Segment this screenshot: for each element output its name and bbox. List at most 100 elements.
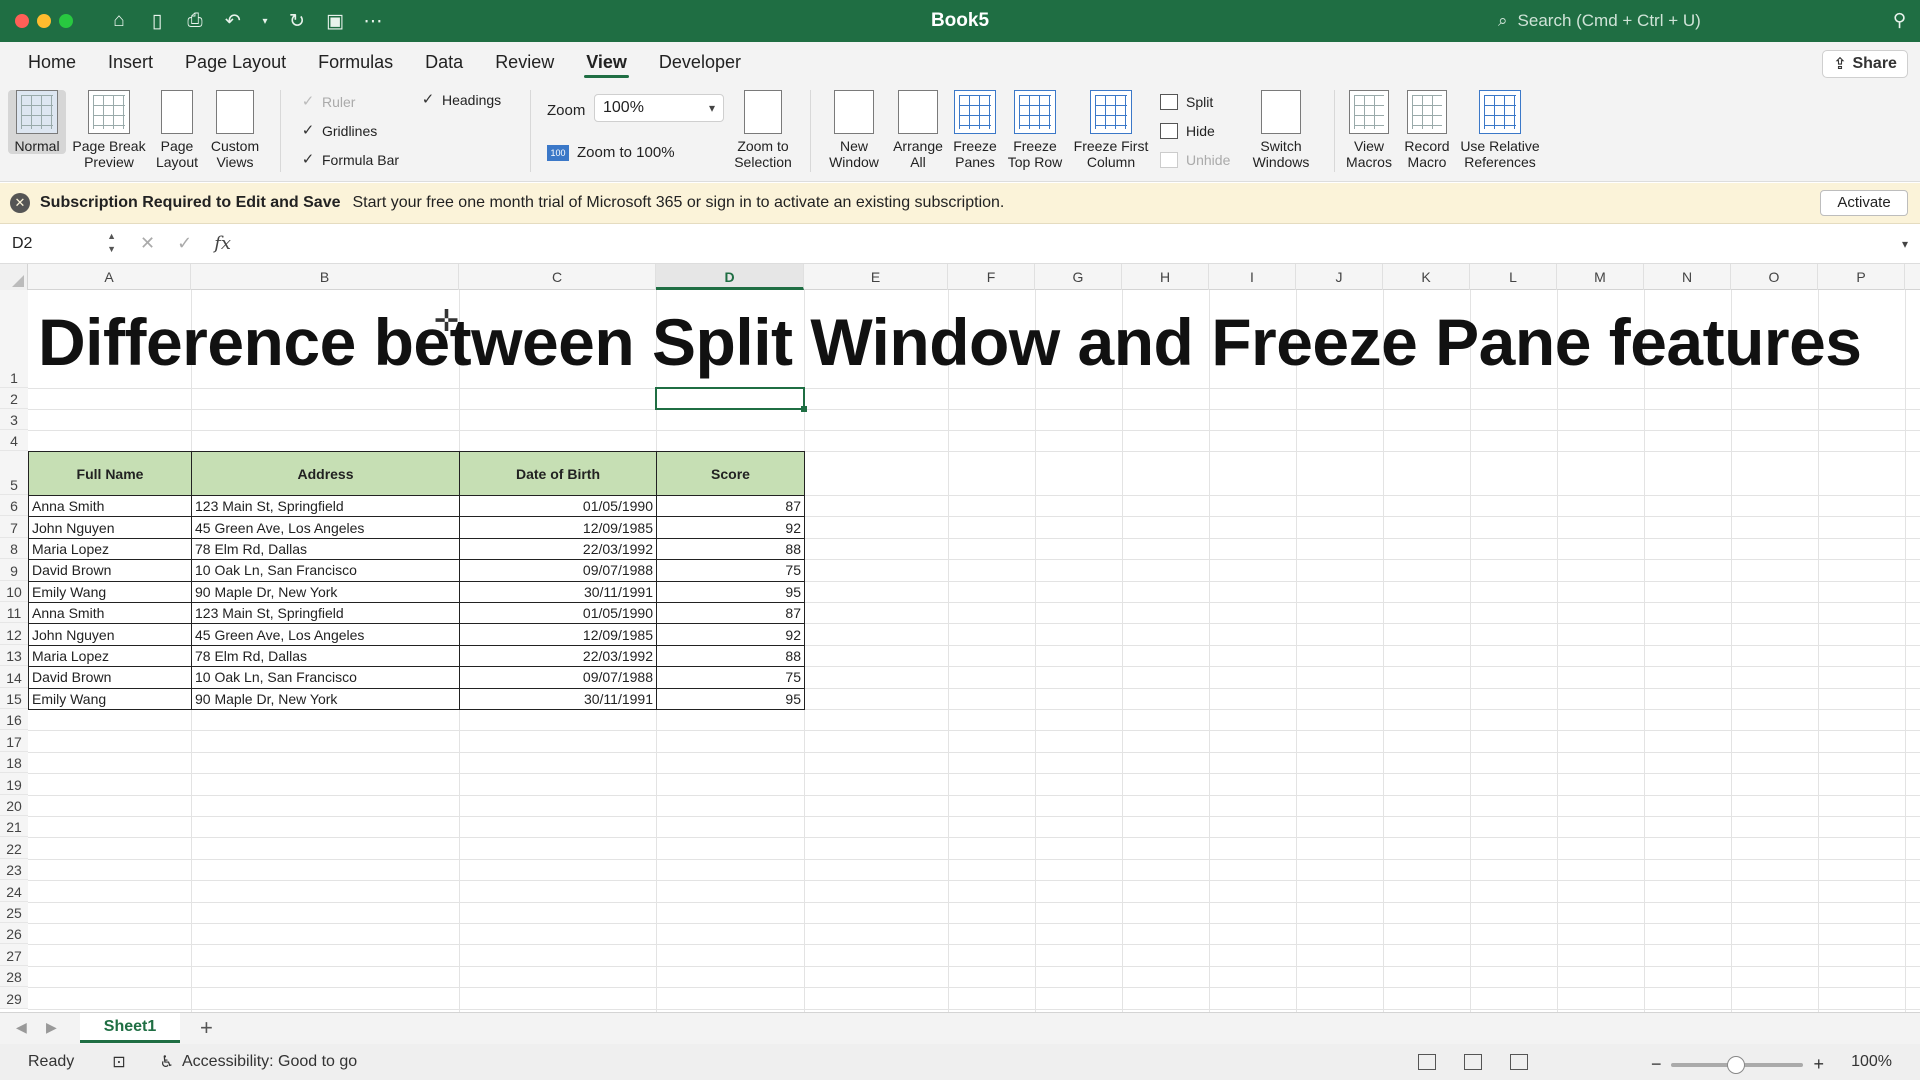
ruler-checkbox[interactable]: ✓ Ruler — [300, 94, 356, 110]
stepper-icon[interactable]: ▲ ▼ — [107, 230, 116, 256]
table-cell[interactable]: 30/11/1991 — [459, 687, 657, 710]
row-header-29[interactable]: 29 — [0, 987, 28, 1009]
table-header-cell[interactable]: Score — [656, 451, 805, 496]
table-cell[interactable]: Emily Wang — [28, 580, 192, 603]
table-cell[interactable]: 123 Main St, Springfield — [191, 601, 460, 625]
macro-record-icon[interactable]: ⊡ — [112, 1052, 125, 1072]
zoom-slider[interactable] — [1671, 1055, 1804, 1074]
tab-page-layout[interactable]: Page Layout — [169, 42, 302, 82]
column-header-e[interactable]: E — [804, 264, 948, 290]
table-cell[interactable]: Emily Wang — [28, 687, 192, 710]
zoom-to-100-button[interactable]: 100 Zoom to 100% — [547, 144, 675, 161]
row-header-4[interactable]: 4 — [0, 430, 28, 451]
row-header-2[interactable]: 2 — [0, 388, 28, 409]
column-header-g[interactable]: G — [1035, 264, 1122, 290]
formula-bar-checkbox[interactable]: ✓ Formula Bar — [300, 152, 399, 168]
maximize-window-button[interactable] — [59, 14, 73, 28]
table-cell[interactable]: 30/11/1991 — [459, 580, 657, 603]
normal-view-button[interactable]: Normal — [8, 90, 66, 154]
sheet-title[interactable]: Difference between Split Window and Free… — [38, 304, 1862, 380]
row-header-19[interactable]: 19 — [0, 773, 28, 795]
freeze-first-column-button[interactable]: Freeze First Column — [1068, 90, 1154, 170]
table-cell[interactable]: 95 — [656, 687, 805, 710]
row-header-22[interactable]: 22 — [0, 837, 28, 859]
sheet-tab-sheet1[interactable]: Sheet1 — [80, 1013, 180, 1043]
more-icon[interactable]: ⋯ — [363, 10, 383, 33]
new-window-button[interactable]: New Window — [822, 90, 886, 170]
column-header-c[interactable]: C — [459, 264, 656, 290]
page-layout-view-icon[interactable] — [1464, 1054, 1482, 1070]
table-cell[interactable]: John Nguyen — [28, 516, 192, 539]
row-header-23[interactable]: 23 — [0, 858, 28, 881]
table-cell[interactable]: 123 Main St, Springfield — [191, 494, 460, 518]
undo-icon[interactable]: ↶ — [223, 10, 243, 33]
formula-input[interactable] — [247, 230, 1890, 258]
table-cell[interactable]: 95 — [656, 580, 805, 603]
table-cell[interactable]: 10 Oak Ln, San Francisco — [191, 666, 460, 689]
worksheet-grid[interactable]: ABCDEFGHIJKLMNOP 1 2 3 4 5 6 7 8 9 10 11 12 13 14 15 16… — [0, 264, 1920, 1012]
page-break-preview-button[interactable]: Page Break Preview — [72, 90, 146, 170]
column-header-m[interactable]: M — [1557, 264, 1644, 290]
page-layout-view-button[interactable]: Page Layout — [150, 90, 204, 170]
search-box[interactable]: ⌕ Search (Cmd + Ctrl + U) — [1498, 9, 1868, 33]
table-cell[interactable]: John Nguyen — [28, 623, 192, 646]
table-header-cell[interactable]: Date of Birth — [459, 451, 657, 496]
column-header-k[interactable]: K — [1383, 264, 1470, 290]
next-sheet-icon[interactable]: ▶ — [46, 1019, 57, 1036]
new-file-icon[interactable]: ▯ — [147, 10, 167, 33]
row-header-10[interactable]: 10 — [0, 580, 28, 602]
row-header-1[interactable]: 1 — [0, 290, 28, 388]
tab-view[interactable]: View — [570, 42, 643, 82]
table-cell[interactable]: 88 — [656, 644, 805, 668]
zoom-out-icon[interactable]: − — [1651, 1054, 1662, 1075]
arrange-all-button[interactable]: Arrange All — [888, 90, 948, 170]
minimize-window-button[interactable] — [37, 14, 51, 28]
table-cell[interactable]: 22/03/1992 — [459, 537, 657, 561]
normal-view-icon[interactable] — [1418, 1054, 1436, 1070]
chevron-down-icon[interactable]: ▾ — [1890, 237, 1920, 251]
page-break-view-icon[interactable] — [1510, 1054, 1528, 1070]
function-icon[interactable]: fx — [214, 233, 231, 254]
enter-icon[interactable]: ✓ — [177, 233, 192, 254]
tab-insert[interactable]: Insert — [92, 42, 169, 82]
table-cell[interactable]: Maria Lopez — [28, 644, 192, 668]
row-header-25[interactable]: 25 — [0, 901, 28, 923]
table-header-cell[interactable]: Address — [191, 451, 460, 496]
row-header-16[interactable]: 16 — [0, 709, 28, 731]
home-icon[interactable]: ⌂ — [109, 10, 129, 32]
save-icon[interactable]: ▣ — [325, 10, 345, 33]
use-relative-references-button[interactable]: Use Relative References — [1456, 90, 1544, 170]
row-header-3[interactable]: 3 — [0, 409, 28, 430]
tab-home[interactable]: Home — [12, 42, 92, 82]
row-header-13[interactable]: 13 — [0, 644, 28, 667]
column-header-n[interactable]: N — [1644, 264, 1731, 290]
table-cell[interactable]: 10 Oak Ln, San Francisco — [191, 559, 460, 582]
column-header-h[interactable]: H — [1122, 264, 1209, 290]
table-cell[interactable]: 87 — [656, 494, 805, 518]
cancel-icon[interactable]: ✕ — [140, 233, 155, 254]
activate-button[interactable]: Activate — [1820, 190, 1908, 216]
split-button[interactable]: Split — [1160, 94, 1213, 110]
table-cell[interactable]: 92 — [656, 516, 805, 539]
table-cell[interactable]: 90 Maple Dr, New York — [191, 687, 460, 710]
row-header-28[interactable]: 28 — [0, 965, 28, 988]
table-cell[interactable]: 87 — [656, 601, 805, 625]
switch-windows-button[interactable]: Switch Windows — [1246, 90, 1316, 170]
print-icon[interactable]: ⎙ — [185, 10, 205, 32]
table-cell[interactable]: 78 Elm Rd, Dallas — [191, 644, 460, 668]
table-header-cell[interactable]: Full Name — [28, 451, 192, 496]
row-header-14[interactable]: 14 — [0, 666, 28, 688]
table-cell[interactable]: 01/05/1990 — [459, 494, 657, 518]
headings-checkbox[interactable]: ✓ Headings — [420, 92, 501, 108]
tab-data[interactable]: Data — [409, 42, 479, 82]
column-header-p[interactable]: P — [1818, 264, 1905, 290]
table-cell[interactable]: 45 Green Ave, Los Angeles — [191, 516, 460, 539]
column-header-f[interactable]: F — [948, 264, 1035, 290]
select-all-button[interactable] — [0, 264, 28, 290]
zoom-slider-knob[interactable] — [1727, 1055, 1746, 1074]
table-cell[interactable]: 12/09/1985 — [459, 623, 657, 646]
unhide-button[interactable]: Unhide — [1160, 152, 1230, 168]
selected-cell[interactable] — [655, 387, 807, 412]
column-header-d[interactable]: D — [656, 264, 804, 290]
table-cell[interactable]: David Brown — [28, 559, 192, 582]
